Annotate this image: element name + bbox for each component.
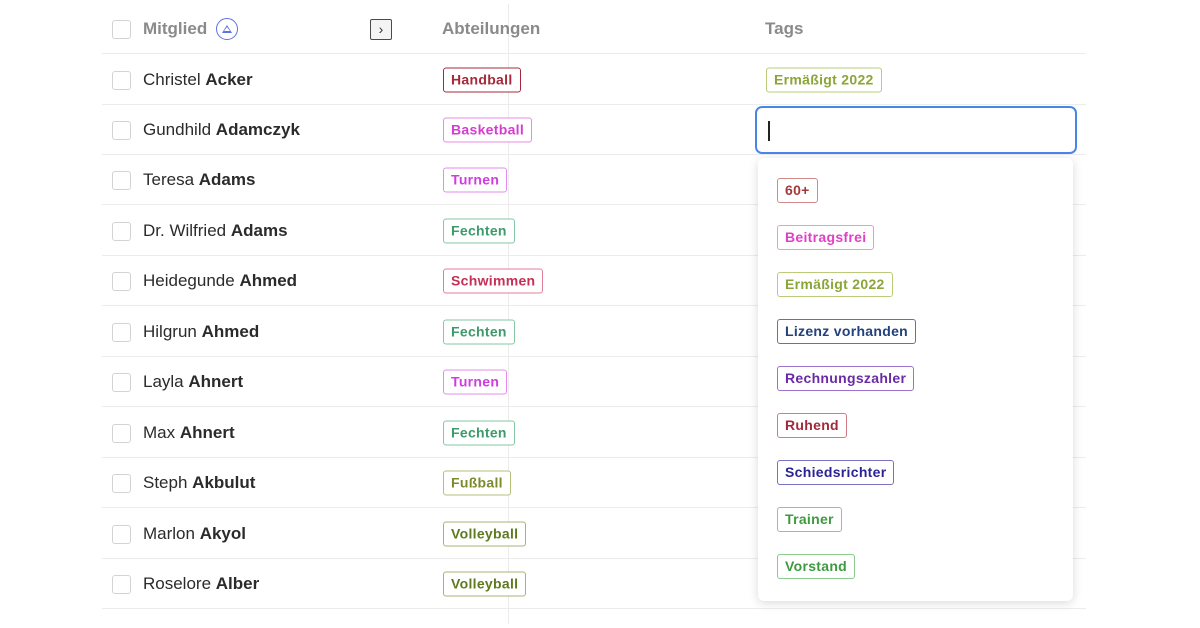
row-checkbox[interactable] (112, 70, 131, 90)
first-name: Dr. Wilfried (143, 220, 227, 240)
row-checkbox[interactable] (112, 120, 131, 140)
department-badge: Handball (443, 67, 521, 92)
first-name: Christel (143, 69, 201, 89)
last-name: Adamczyk (215, 119, 300, 139)
tag-search-input[interactable] (755, 106, 1077, 154)
row-checkbox[interactable] (112, 271, 131, 291)
department-badge: Turnen (443, 167, 508, 192)
first-name: Marlon (143, 523, 195, 543)
row-checkbox[interactable] (112, 372, 131, 392)
member-name[interactable]: Roselore Alber (143, 574, 259, 594)
row-checkbox[interactable] (112, 221, 131, 241)
last-name: Adams (230, 220, 288, 240)
row-checkbox[interactable] (112, 322, 131, 342)
member-name[interactable]: Hilgrun Ahmed (143, 322, 259, 342)
last-name: Ahmed (201, 321, 260, 341)
row-checkbox[interactable] (112, 423, 131, 443)
tag-options-dropdown: 60+ Beitragsfrei Ermäßigt 2022 Lizenz vo… (758, 158, 1073, 601)
last-name: Ahnert (179, 422, 235, 442)
tag-option-lizenz-vorhanden[interactable]: Lizenz vorhanden (777, 319, 917, 344)
tag-option-beitragsfrei[interactable]: Beitragsfrei (777, 225, 875, 250)
row-checkbox[interactable] (112, 170, 131, 190)
department-badge: Fechten (443, 420, 515, 445)
first-name: Roselore (143, 573, 212, 593)
table-header: Mitglied › Abteilungen Tags (102, 4, 1086, 54)
last-name: Ahmed (239, 270, 298, 290)
member-name[interactable]: Heidegunde Ahmed (143, 271, 297, 291)
member-column-header[interactable]: Mitglied (143, 19, 207, 39)
member-name[interactable]: Max Ahnert (143, 423, 235, 443)
row-checkbox[interactable] (112, 473, 131, 493)
first-name: Steph (143, 472, 188, 492)
row-checkbox[interactable] (112, 524, 131, 544)
last-name: Ahnert (188, 371, 244, 391)
tags-column-header: Tags (765, 18, 804, 38)
department-badge: Volleyball (443, 521, 527, 546)
departments-column-header: Abteilungen (442, 18, 541, 38)
last-name: Akyol (199, 523, 246, 543)
row-checkbox[interactable] (112, 574, 131, 594)
tag-option-rechnungszahler[interactable]: Rechnungszahler (777, 366, 915, 391)
member-name[interactable]: Layla Ahnert (143, 372, 243, 392)
department-badge: Turnen (443, 369, 508, 394)
table-row[interactable]: Christel Acker Handball Ermäßigt 2022 (102, 55, 1086, 105)
last-name: Adams (198, 169, 256, 189)
sort-ascending-icon[interactable] (216, 17, 238, 40)
first-name: Teresa (143, 169, 195, 189)
first-name: Max (143, 422, 176, 442)
tag-option-ermaessigt-2022[interactable]: Ermäßigt 2022 (777, 272, 893, 297)
member-name[interactable]: Christel Acker (143, 70, 253, 90)
department-badge: Volleyball (443, 571, 527, 596)
tag-option-60-plus[interactable]: 60+ (777, 178, 818, 203)
chevron-right-icon[interactable]: › (370, 18, 392, 40)
last-name: Acker (205, 69, 253, 89)
member-name[interactable]: Marlon Akyol (143, 524, 246, 544)
last-name: Akbulut (192, 472, 256, 492)
department-badge: Fechten (443, 319, 515, 344)
department-badge: Fechten (443, 218, 515, 243)
tag-option-trainer[interactable]: Trainer (777, 507, 842, 532)
department-badge: Basketball (443, 117, 533, 142)
member-tag-badge: Ermäßigt 2022 (766, 67, 882, 92)
first-name: Heidegunde (143, 270, 235, 290)
first-name: Gundhild (143, 119, 212, 139)
tag-option-ruhend[interactable]: Ruhend (777, 413, 847, 438)
tag-option-vorstand[interactable]: Vorstand (777, 554, 856, 579)
first-name: Hilgrun (143, 321, 197, 341)
department-badge: Schwimmen (443, 268, 544, 293)
select-all-checkbox[interactable] (112, 19, 131, 39)
member-name[interactable]: Gundhild Adamczyk (143, 120, 300, 140)
last-name: Alber (215, 573, 260, 593)
first-name: Layla (143, 371, 184, 391)
member-name[interactable]: Dr. Wilfried Adams (143, 221, 288, 241)
member-name[interactable]: Steph Akbulut (143, 473, 255, 493)
department-badge: Fußball (443, 470, 511, 495)
member-name[interactable]: Teresa Adams (143, 170, 255, 190)
tag-option-schiedsrichter[interactable]: Schiedsrichter (777, 460, 895, 485)
text-caret (768, 121, 770, 141)
